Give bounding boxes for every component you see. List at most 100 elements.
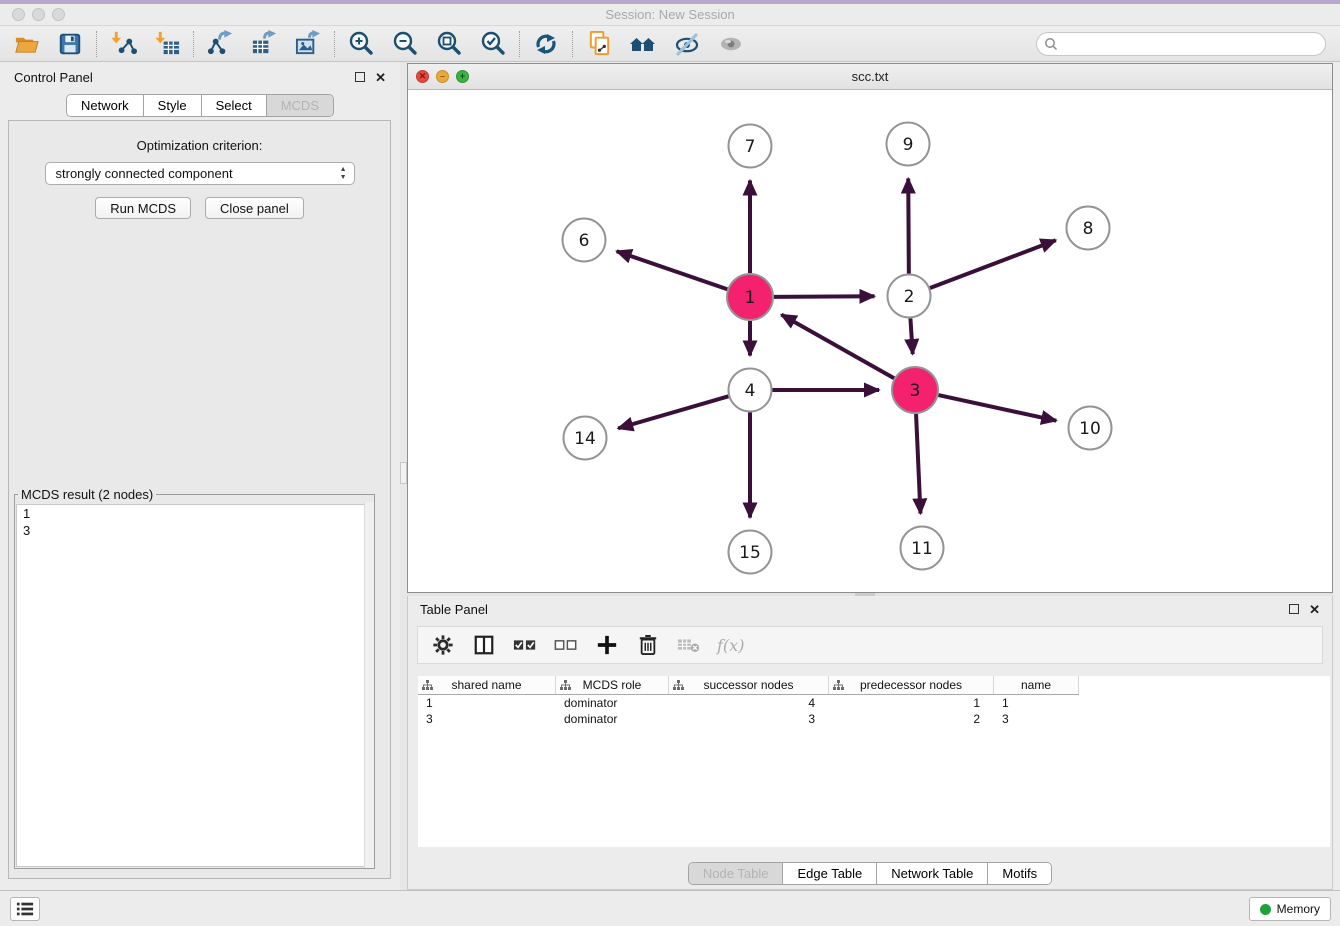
graph-edge-1-2[interactable] [774, 296, 875, 297]
task-history-button[interactable] [10, 897, 40, 921]
result-item[interactable]: 3 [17, 522, 372, 539]
graph-edge-2-8[interactable] [930, 240, 1056, 288]
search-icon [1044, 37, 1058, 51]
graph-edge-4-14[interactable] [618, 396, 728, 428]
column-header-name[interactable]: name [994, 676, 1079, 694]
column-label: successor nodes [703, 678, 793, 692]
open-session-icon[interactable] [12, 30, 40, 58]
criterion-value: strongly connected component [56, 166, 233, 181]
zoom-fit-icon[interactable] [435, 30, 463, 58]
table-row[interactable]: 3dominator323 [418, 711, 1079, 727]
export-image-icon[interactable] [294, 30, 322, 58]
zoom-selected-icon[interactable] [479, 30, 507, 58]
float-panel-icon[interactable] [1289, 604, 1299, 614]
column-header-mcds-role[interactable]: MCDS role [556, 676, 669, 694]
network-view-title: scc.txt [408, 69, 1332, 84]
tab-node-table[interactable]: Node Table [689, 863, 783, 884]
tab-motifs[interactable]: Motifs [987, 863, 1051, 884]
tab-network[interactable]: Network [67, 95, 143, 116]
memory-button[interactable]: Memory [1249, 897, 1331, 921]
column-label: shared name [451, 678, 521, 692]
cell-predecessor-nodes[interactable]: 2 [829, 711, 994, 727]
tab-style[interactable]: Style [143, 95, 201, 116]
graph-edge-3-10[interactable] [938, 395, 1056, 421]
unselect-all-columns-icon[interactable] [553, 632, 579, 658]
result-scrollbar[interactable] [364, 502, 374, 868]
cell-mcds-role[interactable]: dominator [556, 711, 669, 727]
save-session-icon[interactable] [56, 30, 84, 58]
table-toolbar: f(x) [417, 626, 1323, 664]
graph-node-label: 3 [910, 381, 921, 401]
cell-shared-name[interactable]: 3 [418, 711, 556, 727]
graph-edge-1-6[interactable] [617, 251, 728, 289]
splitter-grip[interactable] [400, 462, 407, 484]
tab-network-table[interactable]: Network Table [876, 863, 987, 884]
zoom-out-icon[interactable] [391, 30, 419, 58]
mcds-result-group: MCDS result (2 nodes) 13 [14, 487, 375, 869]
application-window: Session: New Session [0, 0, 1340, 926]
control-panel-title: Control Panel [14, 70, 93, 85]
attribute-type-icon [673, 680, 684, 691]
tab-mcds[interactable]: MCDS [266, 95, 333, 116]
graph-node-label: 9 [903, 135, 914, 155]
graph-edge-3-1[interactable] [781, 315, 894, 379]
graph-edge-2-3[interactable] [910, 318, 912, 354]
settings-icon[interactable] [430, 632, 456, 658]
graph-edge-3-11[interactable] [916, 414, 920, 514]
import-table-icon[interactable] [153, 30, 181, 58]
clone-network-icon[interactable] [585, 30, 613, 58]
attribute-type-icon [422, 680, 433, 691]
float-panel-icon[interactable] [355, 72, 365, 82]
mcds-result-title: MCDS result (2 nodes) [18, 487, 156, 502]
column-header-predecessor-nodes[interactable]: predecessor nodes [829, 676, 994, 694]
cell-name[interactable]: 3 [994, 711, 1079, 727]
table-tabs: Node TableEdge TableNetwork TableMotifs [688, 862, 1052, 885]
zoom-in-icon[interactable] [347, 30, 375, 58]
cell-successor-nodes[interactable]: 3 [669, 711, 829, 727]
memory-label: Memory [1277, 902, 1320, 916]
tab-edge-table[interactable]: Edge Table [782, 863, 876, 884]
select-stepper-icon: ▲▼ [340, 166, 347, 182]
export-network-icon[interactable] [206, 30, 234, 58]
hide-selected-icon[interactable] [673, 30, 701, 58]
result-item[interactable]: 1 [17, 505, 372, 522]
search-input[interactable] [1036, 32, 1326, 56]
network-window-titlebar: ✕ – + scc.txt [408, 64, 1332, 90]
list-icon [15, 900, 35, 918]
close-panel-icon[interactable]: ✕ [1309, 603, 1320, 616]
vertical-splitter[interactable] [400, 62, 407, 890]
show-all-icon[interactable] [717, 30, 745, 58]
status-bar: Memory [0, 890, 1340, 926]
graph-node-label: 14 [574, 429, 596, 449]
cell-mcds-role[interactable]: dominator [556, 695, 669, 711]
select-all-columns-icon[interactable] [512, 632, 538, 658]
tab-select[interactable]: Select [201, 95, 266, 116]
first-neighbors-icon[interactable] [629, 30, 657, 58]
cell-shared-name[interactable]: 1 [418, 695, 556, 711]
split-table-icon[interactable] [471, 632, 497, 658]
column-label: predecessor nodes [860, 678, 962, 692]
graph-node-label: 8 [1083, 219, 1094, 239]
import-network-icon[interactable] [109, 30, 137, 58]
export-table-icon[interactable] [250, 30, 278, 58]
column-header-successor-nodes[interactable]: successor nodes [669, 676, 829, 694]
add-column-icon[interactable] [594, 632, 620, 658]
refresh-view-icon[interactable] [532, 30, 560, 58]
attribute-type-icon [833, 680, 844, 691]
mcds-panel: Optimization criterion: strongly connect… [8, 120, 391, 879]
cell-name[interactable]: 1 [994, 695, 1079, 711]
table-row[interactable]: 1dominator411 [418, 695, 1079, 711]
column-header-shared-name[interactable]: shared name [418, 676, 556, 694]
network-canvas[interactable]: 7968124314101511 [408, 90, 1332, 592]
cell-predecessor-nodes[interactable]: 1 [829, 695, 994, 711]
graph-edge-2-9[interactable] [908, 178, 909, 273]
graph-node-label: 10 [1079, 419, 1101, 439]
run-mcds-button[interactable]: Run MCDS [95, 197, 191, 219]
graph-node-label: 7 [745, 137, 756, 157]
close-panel-button[interactable]: Close panel [205, 197, 304, 219]
criterion-select[interactable]: strongly connected component ▲▼ [45, 162, 355, 185]
delete-column-icon[interactable] [635, 632, 661, 658]
main-toolbar [0, 26, 1340, 62]
close-panel-icon[interactable]: ✕ [375, 71, 386, 84]
cell-successor-nodes[interactable]: 4 [669, 695, 829, 711]
